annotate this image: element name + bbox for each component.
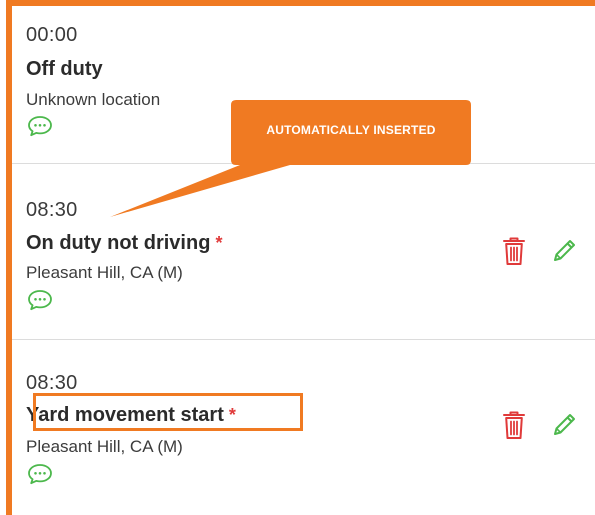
- callout-label: AUTOMATICALLY INSERTED: [266, 123, 436, 137]
- callout-bubble: [110, 100, 471, 217]
